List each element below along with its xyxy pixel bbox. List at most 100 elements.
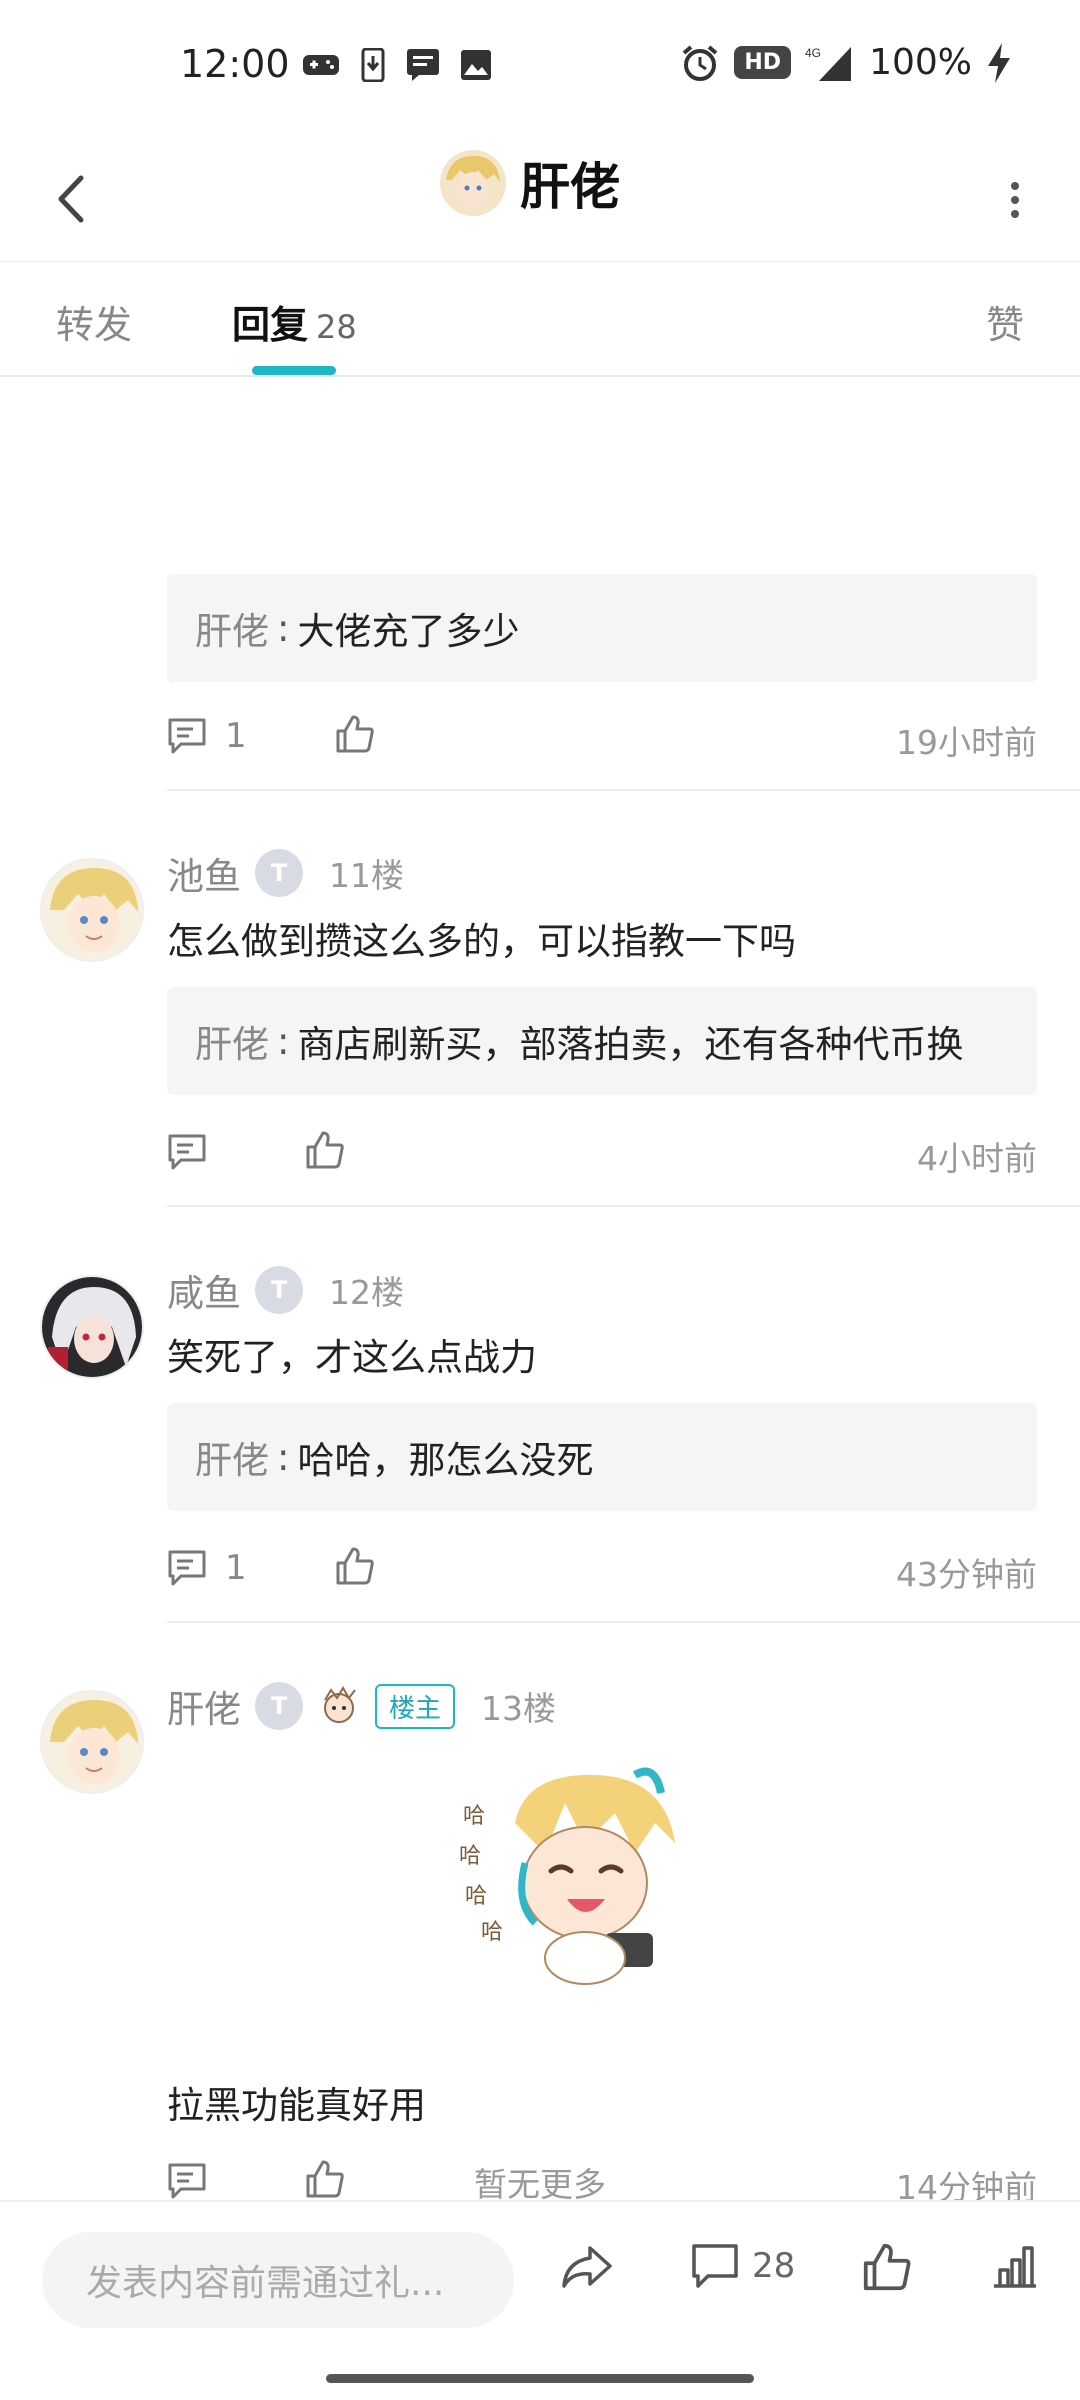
share-icon	[562, 2246, 612, 2288]
thumbs-up-icon	[336, 1547, 374, 1585]
reply-quote[interactable]: 肝佬 : 大佬充了多少	[167, 574, 1037, 682]
alarm-icon	[683, 44, 718, 81]
comment-actions: 1 19小时前	[167, 710, 1037, 770]
charging-icon	[988, 42, 1010, 83]
reply-separator: :	[277, 1435, 290, 1479]
sticker-image	[200, 377, 390, 437]
comment-actions: 4小时前	[167, 1126, 1037, 1186]
medal-icon	[324, 1686, 356, 1723]
tab-reply[interactable]: 回复 28	[232, 294, 357, 349]
reply-text: 大佬充了多少	[297, 610, 520, 653]
comment-actions: 1 43分钟前	[167, 1542, 1037, 1602]
comment-time: 43分钟前	[896, 1555, 1037, 1594]
reply-text: 商店刷新买，部落拍卖，还有各种代币换	[297, 1023, 964, 1066]
like-button[interactable]	[335, 1546, 375, 1590]
comment-button[interactable]: 1	[167, 1548, 247, 1588]
reply-quote[interactable]: 肝佬 : 商店刷新买，部落拍卖，还有各种代币换	[167, 987, 1037, 1095]
avatar[interactable]	[40, 858, 144, 962]
more-options-button[interactable]	[990, 165, 1040, 235]
title-group[interactable]: 肝佬	[440, 147, 620, 219]
chevron-left-icon	[58, 175, 84, 223]
notification-icons	[302, 48, 492, 82]
tab-bar: 转发 回复 28 赞	[0, 262, 1080, 377]
comment-text: 怎么做到攒这么多的，可以指教一下吗	[167, 920, 796, 963]
page-title: 肝佬	[520, 158, 620, 216]
svg-text:哈: 哈	[459, 1844, 481, 1869]
tab-reply-label: 回复	[232, 303, 309, 347]
divider	[167, 1621, 1080, 1623]
svg-text:4G: 4G	[805, 46, 821, 60]
reply-feed[interactable]: 肝佬 : 大佬充了多少 1 19小时前 池鱼 T 11楼 怎么做到攒这么多的，可…	[0, 377, 1080, 2200]
divider	[167, 789, 1080, 791]
title-bar: 肝佬	[0, 135, 1080, 262]
comment-text: 拉黑功能真好用	[167, 2084, 426, 2127]
battery-level: 100%	[869, 42, 972, 83]
system-icons: HD 4G 100%	[680, 42, 1012, 83]
comment-count: 1	[225, 1548, 247, 1588]
more-vertical-icon	[1011, 182, 1019, 218]
like-button[interactable]	[335, 714, 375, 758]
avatar[interactable]	[40, 1690, 144, 1794]
back-button[interactable]	[40, 159, 100, 239]
home-indicator[interactable]	[326, 2374, 754, 2383]
bar-chart-icon	[994, 2246, 1036, 2288]
reply-author[interactable]: 肝佬	[195, 1430, 269, 1484]
level-badge: T	[255, 849, 303, 897]
bottom-bar: 发表内容前需通过礼... 28	[0, 2200, 1080, 2352]
reply-author[interactable]: 肝佬	[195, 1014, 269, 1068]
comment-time: 19小时前	[896, 723, 1037, 762]
comment-icon	[692, 2244, 738, 2288]
signal-icon: 4G	[805, 46, 852, 81]
no-more-label: 暂无更多	[474, 2165, 606, 2204]
comment-count: 1	[225, 716, 247, 756]
commenter-name[interactable]: 池鱼	[167, 846, 241, 900]
thumbs-up-icon	[863, 2243, 911, 2291]
reply-text: 哈哈，那怎么没死	[297, 1439, 594, 1482]
commenter-name[interactable]: 肝佬	[167, 1679, 241, 1733]
comment-meta: 池鱼 T 11楼	[167, 846, 404, 900]
share-button[interactable]	[560, 2242, 614, 2290]
comment-button[interactable]: 1	[167, 716, 247, 756]
user-avatar[interactable]	[440, 150, 506, 216]
comment-text: 笑死了，才这么点战力	[167, 1336, 537, 1379]
tab-forward[interactable]: 转发	[56, 294, 132, 349]
status-time: 12:00	[180, 42, 290, 86]
download-icon	[361, 48, 385, 82]
comment-icon	[168, 1550, 206, 1586]
tab-like[interactable]: 赞	[986, 294, 1024, 349]
thumbs-up-icon	[336, 715, 374, 753]
like-button[interactable]	[305, 1130, 345, 1174]
reply-separator: :	[277, 606, 290, 650]
comment-button[interactable]	[167, 1132, 225, 1172]
stats-button[interactable]	[990, 2242, 1040, 2290]
svg-text:哈: 哈	[481, 1920, 503, 1945]
status-bar: 12:00 HD 4G 100%	[0, 0, 1080, 135]
divider	[167, 1205, 1080, 1207]
comment-input[interactable]: 发表内容前需通过礼...	[42, 2232, 514, 2328]
comment-icon	[168, 718, 206, 754]
comment-time: 4小时前	[917, 1139, 1037, 1178]
hd-badge: HD	[734, 46, 792, 79]
thumbs-up-icon	[306, 1131, 344, 1169]
reply-author[interactable]: 肝佬	[195, 601, 269, 655]
gamepad-icon	[303, 55, 339, 75]
tab-indicator	[252, 366, 336, 375]
tab-reply-count: 28	[316, 308, 357, 346]
comments-count: 28	[752, 2246, 796, 2286]
like-button[interactable]	[862, 2242, 912, 2292]
owner-badge: 楼主	[375, 1683, 456, 1729]
svg-text:哈: 哈	[463, 1804, 485, 1829]
floor-number: 12楼	[329, 1273, 404, 1312]
avatar[interactable]	[40, 1275, 144, 1379]
commenter-name[interactable]: 咸鱼	[167, 1263, 241, 1317]
sticker-image: 哈 哈 哈 哈	[459, 1767, 675, 1985]
message-icon	[407, 49, 439, 81]
svg-text:哈: 哈	[465, 1884, 487, 1909]
comment-meta: 咸鱼 T 12楼	[167, 1263, 404, 1317]
comments-button[interactable]: 28	[690, 2242, 795, 2290]
floor-number: 11楼	[329, 856, 404, 895]
reply-quote[interactable]: 肝佬 : 哈哈，那怎么没死	[167, 1403, 1037, 1511]
level-badge: T	[255, 1266, 303, 1314]
comment-meta: 肝佬 T 楼主 13楼	[167, 1679, 556, 1733]
level-badge: T	[255, 1682, 303, 1730]
